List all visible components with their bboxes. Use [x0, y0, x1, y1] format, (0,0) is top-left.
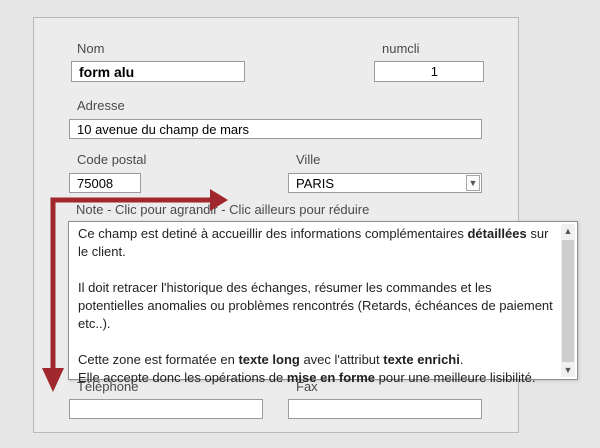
ville-value: PARIS — [296, 175, 335, 191]
note-bold-text: texte long — [238, 352, 300, 367]
numcli-label: numcli — [382, 41, 420, 56]
note-bold-text: détaillées — [467, 226, 527, 241]
note-scrollbar[interactable]: ▲ ▼ — [561, 224, 575, 377]
adresse-label: Adresse — [77, 98, 125, 113]
scroll-thumb[interactable] — [562, 240, 574, 362]
chevron-down-icon[interactable]: ▼ — [561, 363, 575, 377]
fax-field[interactable] — [288, 399, 482, 419]
note-memo-field[interactable]: Ce champ est detiné à accueillir des inf… — [68, 221, 578, 385]
note-paragraph: Il doit retracer l'historique des échang… — [78, 280, 553, 331]
code-postal-field[interactable]: 75008 — [69, 173, 141, 193]
telephone-field[interactable] — [69, 399, 263, 419]
code-postal-label: Code postal — [77, 152, 147, 167]
note-label: Note - Clic pour agrandir - Clic ailleur… — [76, 202, 370, 217]
note-bold-text: mise en forme — [286, 370, 376, 385]
chevron-down-icon[interactable]: ▼ — [466, 175, 480, 191]
note-paragraph: Cette zone est formatée en texte long av… — [78, 352, 464, 367]
ville-combobox[interactable]: PARIS ▼ — [288, 173, 482, 193]
nom-field[interactable]: form alu — [71, 61, 245, 82]
note-bold-text: texte enrichi — [383, 352, 460, 367]
chevron-up-icon[interactable]: ▲ — [561, 224, 575, 238]
note-paragraph: Elle accepte donc les opérations de mise… — [78, 370, 536, 385]
nom-label: Nom — [77, 41, 105, 56]
ville-label: Ville — [296, 152, 321, 167]
adresse-field[interactable]: 10 avenue du champ de mars — [69, 119, 482, 139]
note-paragraph: Ce champ est detiné à accueillir des inf… — [78, 226, 549, 259]
numcli-field[interactable]: 1 — [374, 61, 484, 82]
note-text: Ce champ est detiné à accueillir des inf… — [78, 225, 553, 387]
